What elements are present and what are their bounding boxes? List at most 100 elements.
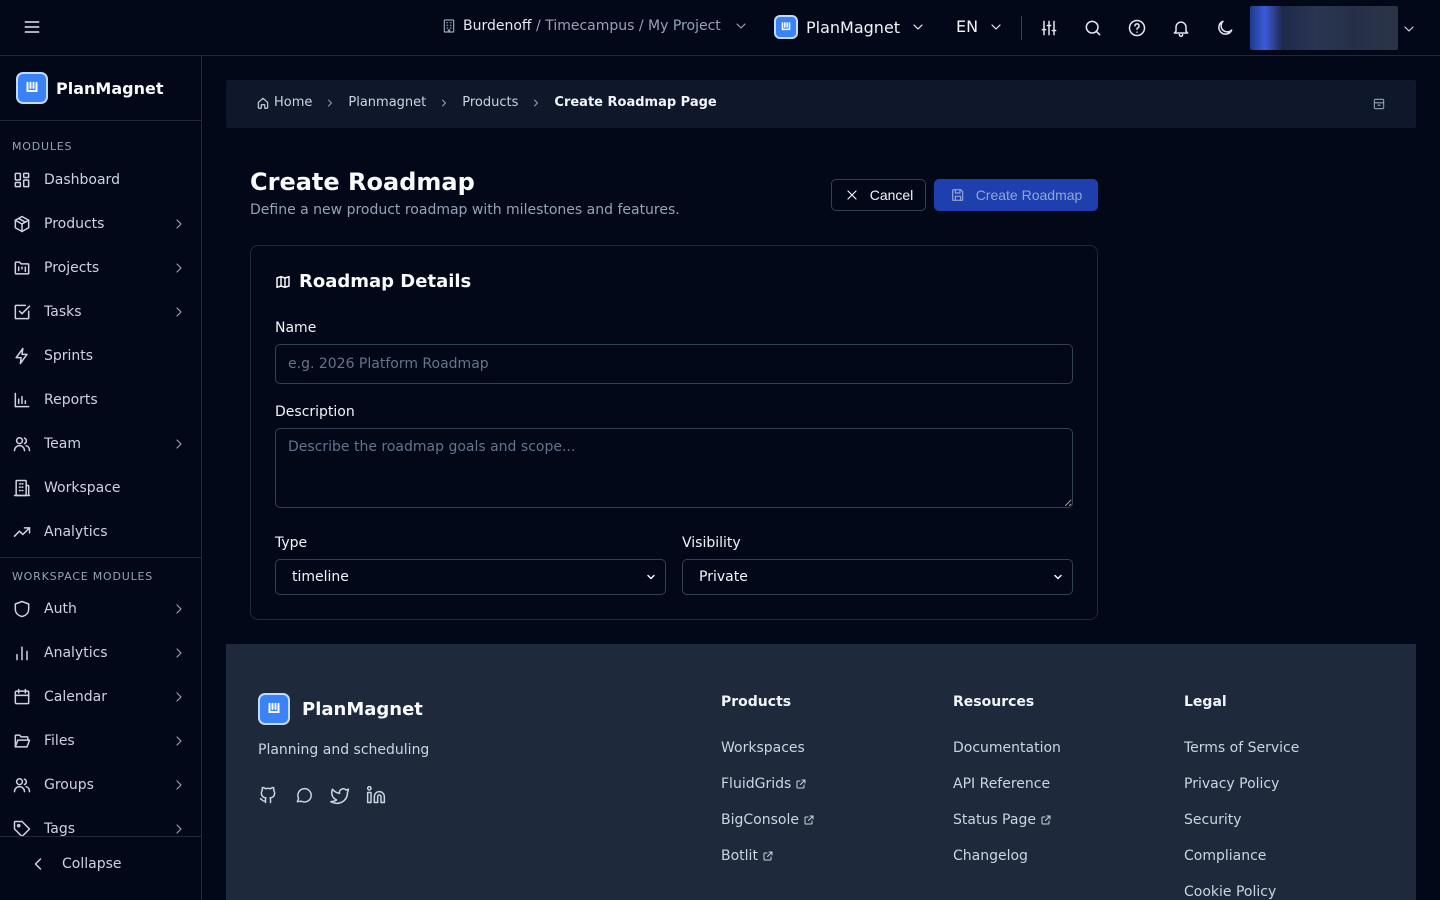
footer-link[interactable]: FluidGrids [721,766,815,802]
footer-link[interactable]: Status Page [953,802,1061,838]
chevron-right-icon [171,645,187,661]
footer-link-label: Cookie Policy [1184,884,1277,900]
sidebar-item-files[interactable]: Files [0,721,201,761]
sidebar-item-label: Calendar [44,689,107,705]
language-label: EN [956,17,979,36]
sidebar-item-label: Projects [44,260,100,276]
footer-link-label: Changelog [953,848,1028,864]
cancel-button[interactable]: Cancel [831,179,926,211]
org-switcher[interactable]: Burdenoff / Timecampus / My Project [441,18,749,34]
github-icon[interactable] [258,785,278,805]
sidebar-item-tags[interactable]: Tags [0,809,201,836]
help-icon[interactable] [1127,18,1147,38]
sidebar-divider [0,557,201,558]
footer-link-label: Compliance [1184,848,1267,864]
sidebar-item-analytics[interactable]: Analytics [0,512,201,552]
org-name: Burdenoff [463,18,532,34]
sidebar-brand[interactable]: PlanMagnet [16,72,163,104]
linkedin-icon[interactable] [366,785,386,805]
language-switcher[interactable]: EN [956,17,1004,36]
name-input[interactable] [275,344,1073,384]
footer-link[interactable]: API Reference [953,766,1061,802]
search-icon[interactable] [1083,18,1103,38]
footer-link[interactable]: BigConsole [721,802,815,838]
sidebar-scroll-area[interactable]: PlanMagnet MODULES Dashboard Products Pr… [0,56,201,836]
building-icon [441,18,457,34]
footer-link[interactable]: Security [1184,802,1299,838]
sidebar-item-label: Analytics [44,524,108,540]
app-name: PlanMagnet [806,17,901,37]
footer-link[interactable]: Botlit [721,838,815,874]
breadcrumb-products[interactable]: Products [462,95,518,110]
sidebar-item-reports[interactable]: Reports [0,380,201,420]
breadcrumb-home[interactable]: Home [256,95,312,110]
menu-icon[interactable] [22,17,42,37]
moon-icon[interactable] [1215,18,1235,38]
footer-link-label: Documentation [953,740,1061,756]
footer-link-label: Security [1184,812,1242,828]
footer-brand[interactable]: PlanMagnet [258,693,423,725]
footer-link[interactable]: Privacy Policy [1184,766,1299,802]
chevron-down-icon [988,19,1004,35]
sidebar-item-products[interactable]: Products [0,204,201,244]
type-value: timeline [292,569,349,585]
external-link-icon [1040,814,1052,826]
chevron-right-icon [171,777,187,793]
create-roadmap-button[interactable]: Create Roadmap [934,179,1098,211]
visibility-select[interactable]: Private [682,559,1073,595]
sidebar: PlanMagnet MODULES Dashboard Products Pr… [0,56,202,900]
footer-link[interactable]: Changelog [953,838,1061,874]
footer-link[interactable]: Terms of Service [1184,730,1299,766]
footer-brand-name: PlanMagnet [302,698,423,720]
sidebar-item-calendar[interactable]: Calendar [0,677,201,717]
footer-link[interactable]: Compliance [1184,838,1299,874]
sidebar-divider [0,120,201,121]
type-select[interactable]: timeline [275,559,666,595]
sidebar-item-projects[interactable]: Projects [0,248,201,288]
footer-tagline: Planning and scheduling [258,742,430,758]
app-logo-icon [774,15,798,39]
sidebar-item-label: Team [44,436,82,452]
chevron-right-icon [171,304,187,320]
create-label: Create Roadmap [975,187,1083,203]
sidebar-item-dashboard[interactable]: Dashboard [0,160,201,200]
app-switcher[interactable]: PlanMagnet [774,15,926,39]
archive-icon[interactable] [1372,97,1386,111]
twitter-icon[interactable] [330,785,350,805]
footer-col-title: Resources [953,694,1035,710]
sidebar-item-label: Sprints [44,348,94,364]
footer-link-label: Privacy Policy [1184,776,1280,792]
sidebar-item-auth[interactable]: Auth [0,589,201,629]
user-avatar[interactable] [1250,6,1398,50]
footer-link[interactable]: Cookie Policy [1184,874,1299,900]
bell-icon[interactable] [1171,18,1191,38]
folder-kanban-icon [12,258,32,278]
topbar-divider [1021,16,1022,40]
visibility-label: Visibility [682,535,741,551]
card-title: Roadmap Details [275,271,471,292]
collapse-sidebar-button[interactable]: Collapse [28,854,122,874]
sidebar-item-tasks[interactable]: Tasks [0,292,201,332]
sidebar-item-team[interactable]: Team [0,424,201,464]
footer-col-resources: Resources Documentation API Reference St… [953,694,1061,874]
breadcrumb-planmagnet[interactable]: Planmagnet [348,95,426,110]
check-square-icon [12,302,32,322]
page-subtitle: Define a new product roadmap with milest… [250,202,680,218]
sidebar-item-sprints[interactable]: Sprints [0,336,201,376]
description-label: Description [275,404,355,420]
package-icon [12,214,32,234]
save-icon [950,187,966,203]
chevron-down-icon[interactable] [1401,21,1417,37]
sliders-icon[interactable] [1039,18,1059,38]
chat-icon[interactable] [294,785,314,805]
app-logo-icon [16,72,48,104]
sidebar-item-groups[interactable]: Groups [0,765,201,805]
sidebar-item-workspace[interactable]: Workspace [0,468,201,508]
description-textarea[interactable] [275,428,1073,508]
footer-link[interactable]: Workspaces [721,730,815,766]
app-logo-icon [258,693,290,725]
sidebar-item-ws-analytics[interactable]: Analytics [0,633,201,673]
footer-link[interactable]: Documentation [953,730,1061,766]
workspace-modules-heading: WORKSPACE MODULES [12,570,154,583]
footer-socials [258,785,386,805]
